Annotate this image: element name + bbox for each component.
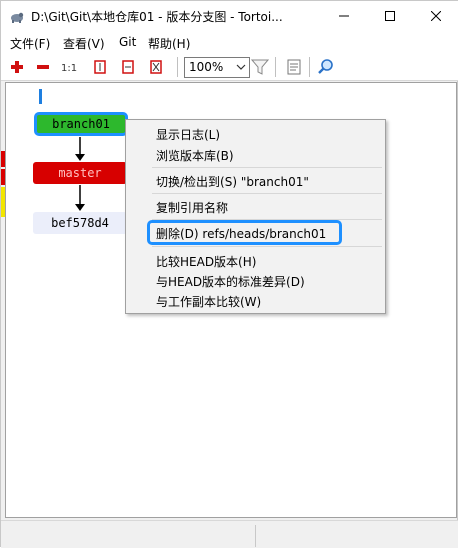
collapse-all-icon[interactable] [33,57,53,77]
toolbar-separator [177,57,178,77]
branch-node-branch01[interactable]: branch01 [34,112,128,136]
zoom-value: 100% [189,60,224,74]
menu-item-compare-working-copy[interactable]: 与工作副本比较(W) [156,293,261,310]
minimize-button[interactable] [321,1,367,31]
menu-separator [152,167,382,168]
head-marker [39,89,42,104]
svg-text:1:1: 1:1 [61,63,77,74]
toolbar-separator [275,57,276,77]
menu-separator [152,246,382,247]
expand-all-icon[interactable] [7,57,27,77]
toolbar: 1:1 100% [1,53,458,81]
status-bar [1,520,458,548]
menu-item-browse-repo[interactable]: 浏览版本库(B) [156,147,234,164]
window-title: D:\Git\Git\本地仓库01 - 版本分支图 - Tortoi... [31,10,283,24]
fit-window-icon[interactable] [146,57,166,77]
menu-item-delete-branch[interactable]: 删除(D) refs/heads/branch01 [156,225,326,242]
branch-node-label: master [58,166,102,180]
menu-item-switch-checkout[interactable]: 切换/检出到(S) "branch01" [156,173,309,190]
toolbar-separator [309,57,310,77]
menu-separator [152,193,382,194]
menu-bar: 文件(F) 查看(V) Git 帮助(H) [1,31,458,53]
title-bar: D:\Git\Git\本地仓库01 - 版本分支图 - Tortoi... [1,1,458,31]
menu-git[interactable]: Git [119,35,136,49]
commit-hash-label: bef578d4 [51,216,109,230]
zoom-dropdown[interactable]: 100% [184,57,250,78]
menu-item-compare-head[interactable]: 比较HEAD版本(H) [156,253,256,270]
filter-icon[interactable] [250,57,270,77]
chevron-down-icon [236,61,246,75]
branch-node-master[interactable]: master [33,162,127,184]
branch-node-label: branch01 [52,117,110,131]
commit-node[interactable]: bef578d4 [33,212,127,234]
overview-icon[interactable] [284,57,304,77]
menu-file[interactable]: 文件(F) [10,35,50,52]
menu-item-unified-diff-head[interactable]: 与HEAD版本的标准差异(D) [156,273,305,290]
status-separator [255,525,256,547]
menu-help[interactable]: 帮助(H) [148,35,190,52]
context-menu: 显示日志(L) 浏览版本库(B) 切换/检出到(S) "branch01" 复制… [125,119,386,314]
fit-height-icon[interactable] [90,57,110,77]
menu-item-copy-ref-name[interactable]: 复制引用名称 [156,199,228,216]
actual-size-icon[interactable]: 1:1 [59,57,79,77]
menu-item-show-log[interactable]: 显示日志(L) [156,126,220,143]
menu-view[interactable]: 查看(V) [63,35,105,52]
tortoisegit-icon [9,9,25,25]
search-icon[interactable] [316,57,336,77]
close-button[interactable] [413,1,458,31]
fit-width-icon[interactable] [118,57,138,77]
app-window: D:\Git\Git\本地仓库01 - 版本分支图 - Tortoi... 文件… [0,0,458,548]
maximize-button[interactable] [367,1,413,31]
